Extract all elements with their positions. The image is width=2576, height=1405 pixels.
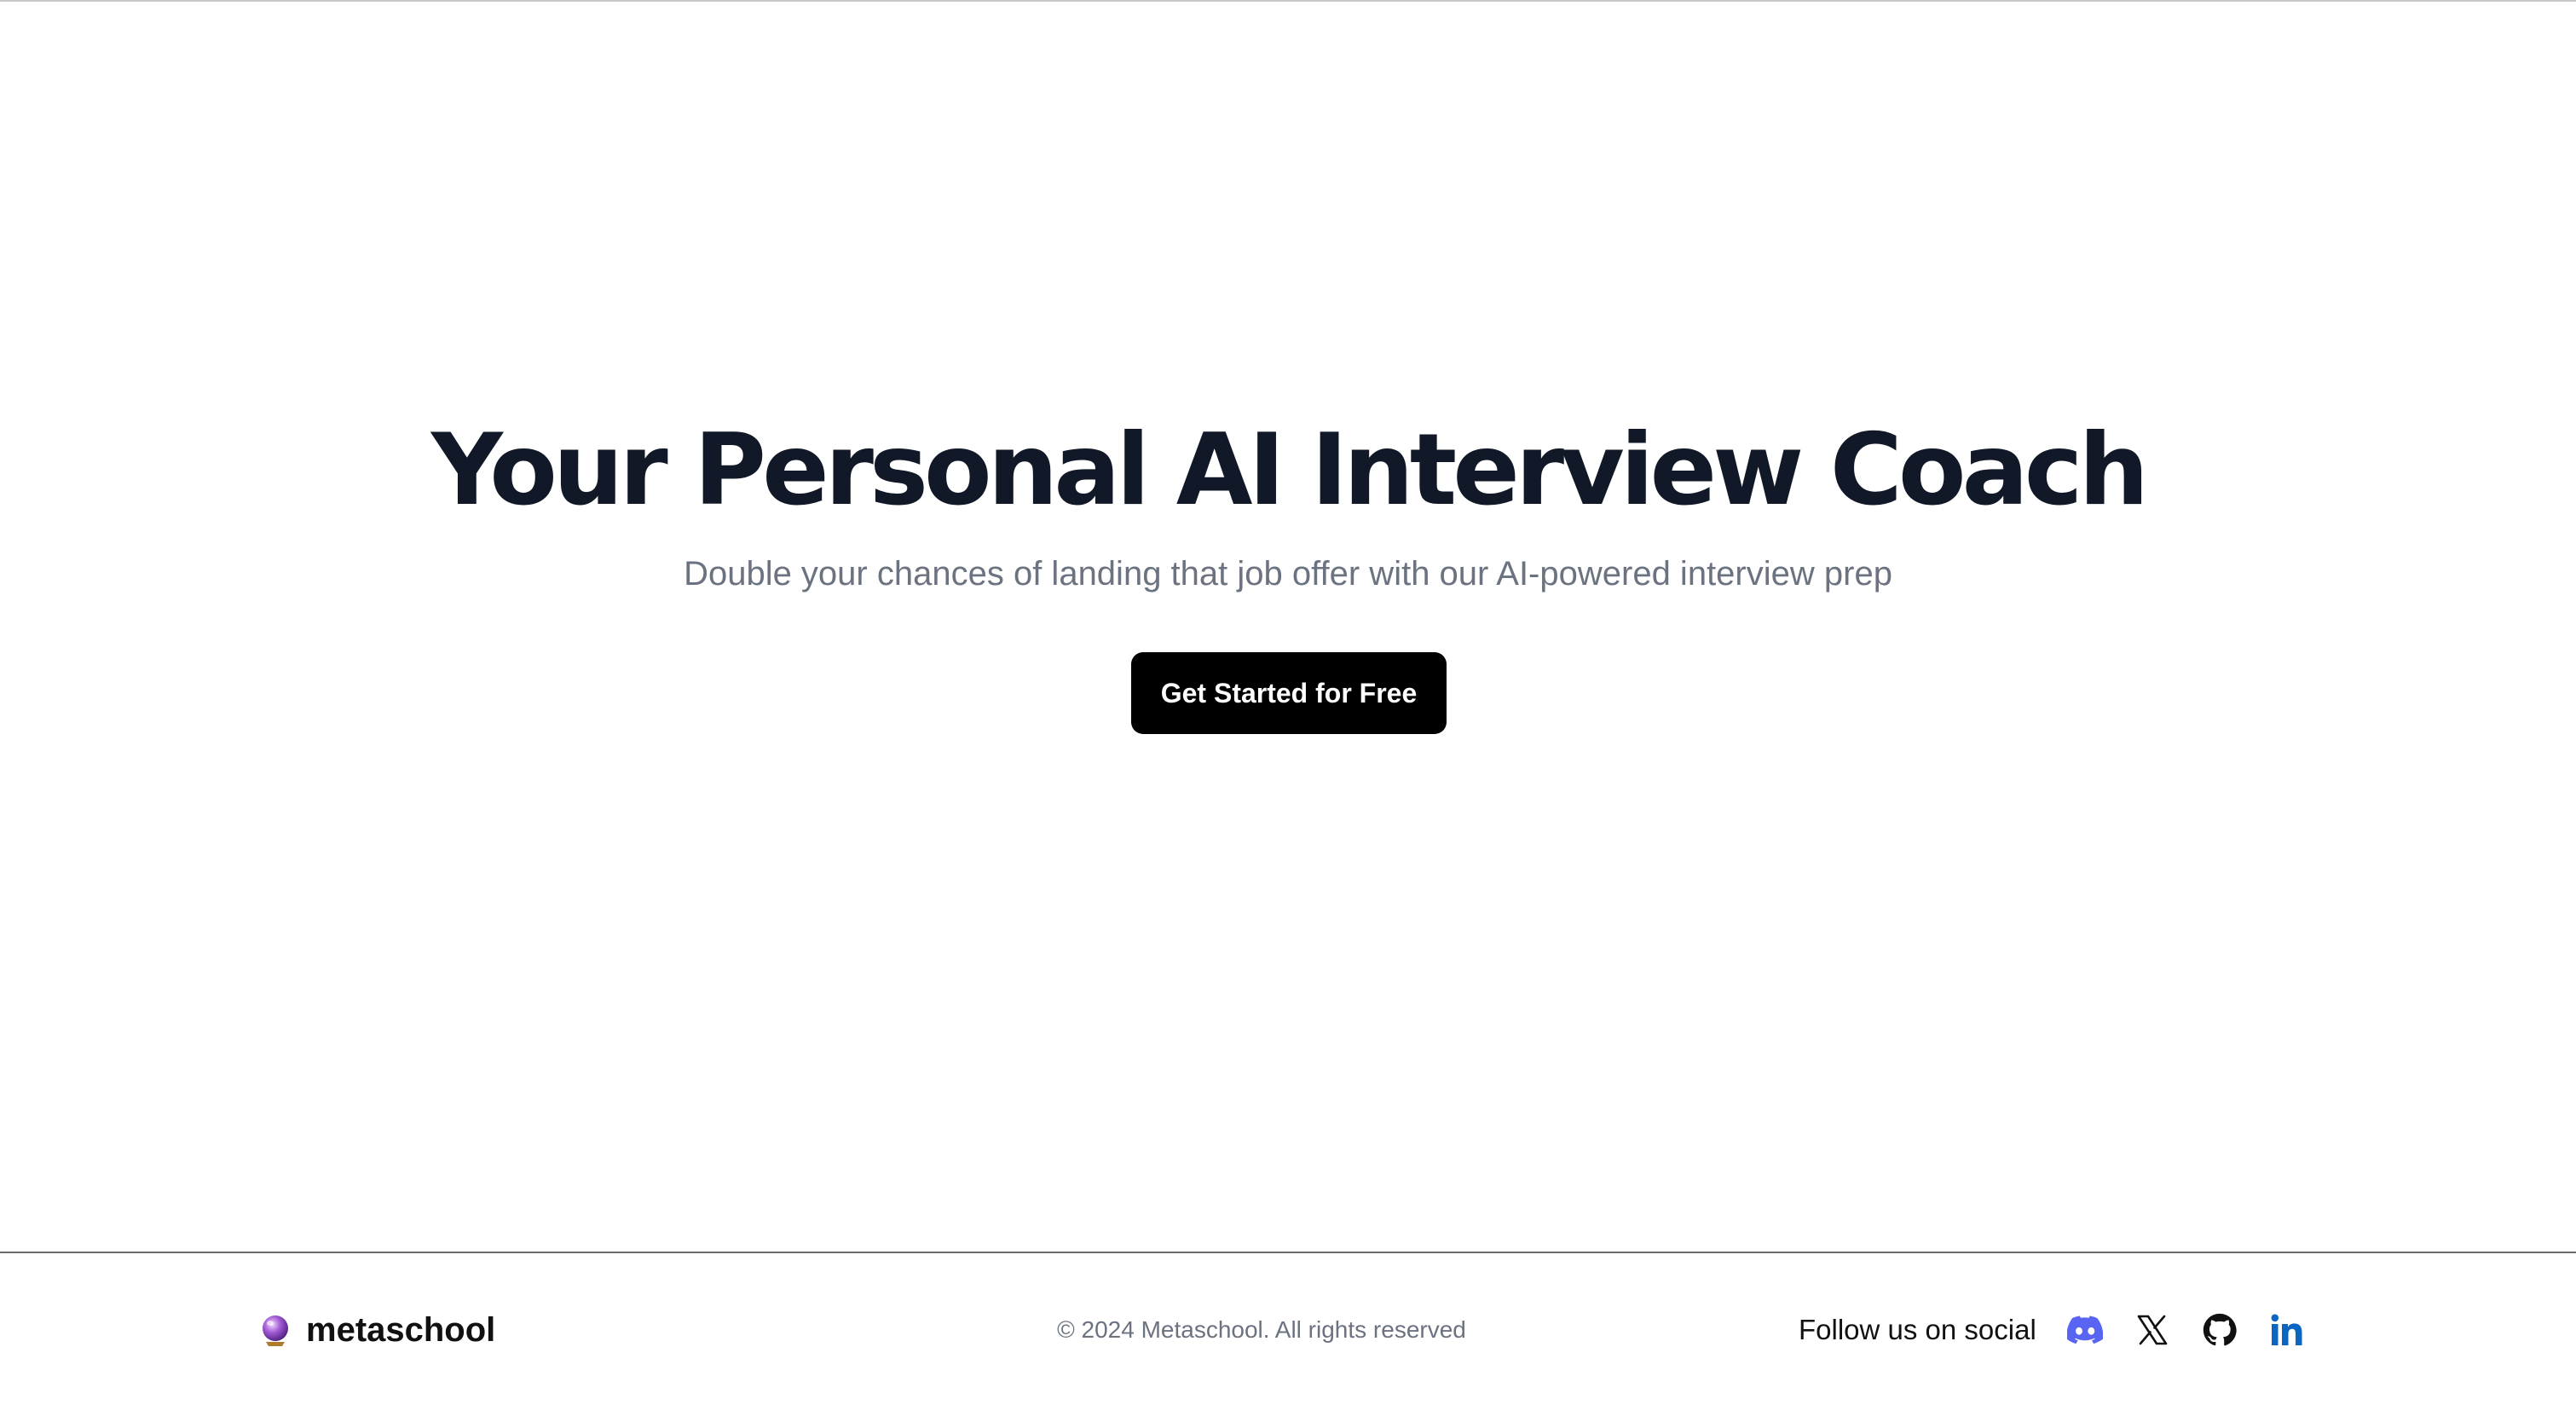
- social-label: Follow us on social: [1799, 1314, 2036, 1345]
- github-icon: [2203, 1313, 2237, 1347]
- github-link[interactable]: [2200, 1310, 2239, 1350]
- landing-page: Your Personal AI Interview Coach Double …: [0, 0, 2576, 1405]
- x-link[interactable]: [2133, 1310, 2172, 1350]
- footer: metaschool © 2024 Metaschool. All rights…: [0, 1252, 2576, 1405]
- crystal-ball-icon: [258, 1313, 292, 1347]
- copyright-text: © 2024 Metaschool. All rights reserved: [1057, 1316, 1466, 1343]
- hero-title: Your Personal AI Interview Coach: [430, 413, 2149, 528]
- x-twitter-icon: [2137, 1315, 2168, 1345]
- hero-section: Your Personal AI Interview Coach Double …: [0, 2, 2576, 1252]
- get-started-button[interactable]: Get Started for Free: [1131, 652, 1447, 734]
- social-links: Follow us on social: [1799, 1304, 2307, 1356]
- linkedin-icon: [2270, 1313, 2304, 1347]
- hero-subtitle: Double your chances of landing that job …: [684, 555, 1892, 593]
- discord-link[interactable]: [2065, 1310, 2105, 1350]
- linkedin-link[interactable]: [2267, 1310, 2307, 1350]
- brand-name: metaschool: [306, 1310, 496, 1349]
- discord-icon: [2066, 1315, 2103, 1344]
- brand-link[interactable]: metaschool: [258, 1304, 495, 1356]
